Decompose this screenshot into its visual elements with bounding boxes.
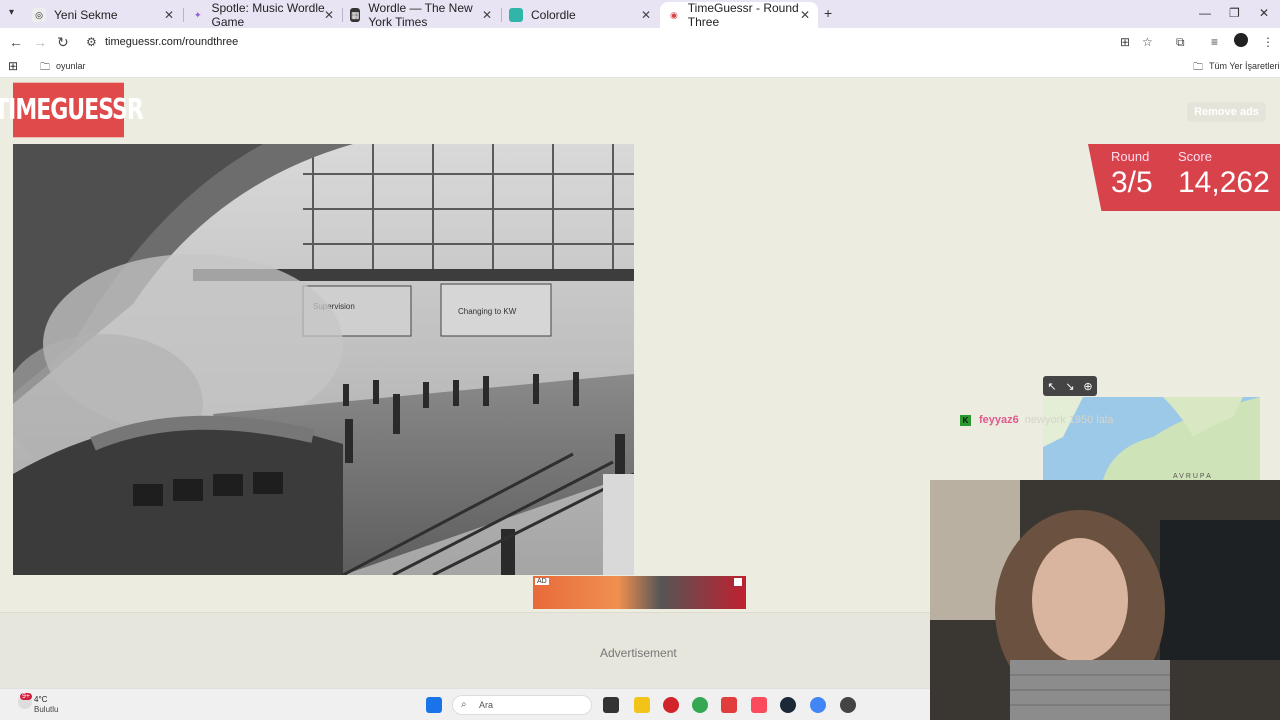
ad-tag: AD <box>535 578 549 585</box>
advertisement-label: Advertisement <box>600 646 677 660</box>
streamer-webcam-image <box>930 480 1280 720</box>
round-score-panel: Round 3/5 Score 14,262 <box>1088 144 1280 211</box>
os-taskbar: 9+ 4°C Bulutlu ⌕ Ara <box>0 688 930 720</box>
folder-icon: 🗀 <box>40 62 50 73</box>
chrome-active-icon[interactable] <box>810 697 826 713</box>
map-region-label: AVRUPA <box>1173 473 1213 480</box>
round-photo[interactable]: Supervision Changing to KW <box>13 144 634 575</box>
close-icon[interactable]: ✕ <box>641 8 651 22</box>
close-icon[interactable]: ✕ <box>482 8 492 22</box>
weather-temp: 4°C <box>34 695 48 704</box>
tab-timeguessr[interactable]: ◉ TimeGuessr - Round Three ✕ <box>660 1 818 29</box>
window-close-icon[interactable]: ✕ <box>1259 6 1269 20</box>
advertisement-strip: Advertisement <box>0 612 930 688</box>
chrome-icon[interactable] <box>692 697 708 713</box>
close-icon[interactable]: ✕ <box>324 8 334 22</box>
ad-close-icon[interactable] <box>734 578 742 586</box>
extensions-icon[interactable]: ⧉ <box>1176 35 1185 50</box>
close-icon[interactable]: ✕ <box>164 8 174 22</box>
timeguessr-icon: ◉ <box>669 9 678 20</box>
apps-grid-icon[interactable]: ⊞ <box>8 59 18 73</box>
profile-avatar[interactable] <box>1234 33 1248 47</box>
tab-label: Yeni Sekme <box>54 8 118 22</box>
chat-badge-icon: K <box>960 414 971 426</box>
browser-toolbar: ← → ↻ ⚙ timeguessr.com/roundthree ⊞ ☆ ⧉ … <box>0 28 1280 56</box>
site-info-icon[interactable]: ⚙ <box>86 35 97 49</box>
tab-new-tab[interactable]: ◎ Yeni Sekme ✕ <box>24 2 182 28</box>
score-label: Score <box>1178 149 1212 164</box>
steam-icon[interactable] <box>780 697 796 713</box>
back-arrow-icon[interactable]: ← <box>9 34 23 50</box>
media-controls-icon[interactable]: ≡ <box>1211 35 1218 49</box>
close-icon[interactable]: ✕ <box>800 8 810 22</box>
tab-label: Colordle <box>531 8 576 22</box>
round-label: Round <box>1111 149 1150 164</box>
guess-map[interactable]: AVRUPA <box>1043 397 1260 480</box>
music-app-icon[interactable] <box>751 697 767 713</box>
map-land <box>1043 397 1260 480</box>
weather-badge: 9+ <box>20 693 32 700</box>
pin-map-icon[interactable]: ⊕ <box>1083 380 1092 393</box>
tab-label: Spotle: Music Wordle Game <box>211 1 325 29</box>
score-value: 14,262 <box>1178 166 1270 199</box>
tab-search-chevron-icon[interactable]: ▾ <box>9 7 14 18</box>
lightning-app-icon[interactable] <box>721 697 737 713</box>
bookmark-folder-oyunlar[interactable]: oyunlar <box>56 61 86 71</box>
folder-icon: 🗀 <box>1193 62 1203 73</box>
bookmark-star-icon[interactable]: ☆ <box>1142 35 1153 49</box>
new-tab-plus-icon[interactable]: + <box>824 5 832 21</box>
webcam-overlay <box>930 480 1280 720</box>
spotle-icon: ✦ <box>193 9 202 20</box>
train-station-image: Supervision Changing to KW <box>13 144 634 575</box>
shrink-map-icon[interactable]: ↘ <box>1065 380 1074 393</box>
forward-arrow-icon[interactable]: → <box>33 34 47 50</box>
translate-icon[interactable]: ⊞ <box>1120 35 1130 49</box>
weather-condition: Bulutlu <box>34 705 59 714</box>
bookmarks-bar: ⊞ 🗀 oyunlar 🗀 Tüm Yer İşaretleri <box>0 56 1280 78</box>
chat-username: feyyaz6 <box>979 414 1019 426</box>
map-controls: ↖ ↘ ⊕ <box>1043 376 1097 396</box>
tab-strip: ▾ ◎ Yeni Sekme ✕ ✦ Spotle: Music Wordle … <box>0 0 1280 29</box>
task-view-icon[interactable] <box>603 697 619 713</box>
new-tab-icon: ◎ <box>32 8 46 22</box>
remove-ads-button[interactable]: Remove ads <box>1187 102 1266 122</box>
tab-wordle[interactable]: ▦ Wordle — The New York Times ✕ <box>342 1 500 29</box>
tab-spotle[interactable]: ✦ Spotle: Music Wordle Game ✕ <box>184 1 342 29</box>
reload-icon[interactable]: ↻ <box>57 34 69 51</box>
wordle-icon: ▦ <box>350 8 361 22</box>
obs-icon[interactable] <box>840 697 856 713</box>
round-value: 3/5 <box>1111 166 1153 199</box>
app-red-icon[interactable] <box>663 697 679 713</box>
file-explorer-icon[interactable] <box>634 697 650 713</box>
taskbar-search[interactable]: ⌕ Ara <box>452 695 592 715</box>
search-placeholder: Ara <box>479 700 494 710</box>
minimize-icon[interactable]: — <box>1199 6 1211 20</box>
colordle-icon <box>509 8 523 22</box>
start-windows-icon[interactable] <box>426 697 442 713</box>
ad-banner[interactable]: AD <box>533 576 746 609</box>
tab-label: TimeGuessr - Round Three <box>687 1 799 29</box>
billboard-right-text: Changing to KW <box>458 307 517 316</box>
chat-message: newyork 1950 lala <box>1024 414 1114 426</box>
all-bookmarks-link[interactable]: Tüm Yer İşaretleri <box>1209 61 1280 71</box>
timeguessr-logo[interactable]: TIMEGUESSR <box>0 82 144 138</box>
address-bar[interactable]: timeguessr.com/roundthree <box>105 36 238 48</box>
tab-colordle[interactable]: Colordle ✕ <box>501 2 659 28</box>
search-icon: ⌕ <box>461 699 467 710</box>
expand-map-icon[interactable]: ↖ <box>1047 380 1056 393</box>
tab-label: Wordle — The New York Times <box>368 1 473 29</box>
menu-kebab-icon[interactable]: ⋮ <box>1262 35 1274 49</box>
maximize-icon[interactable]: ❐ <box>1229 6 1240 20</box>
chat-overlay: K feyyaz6 newyork 1950 lala <box>960 414 1113 426</box>
